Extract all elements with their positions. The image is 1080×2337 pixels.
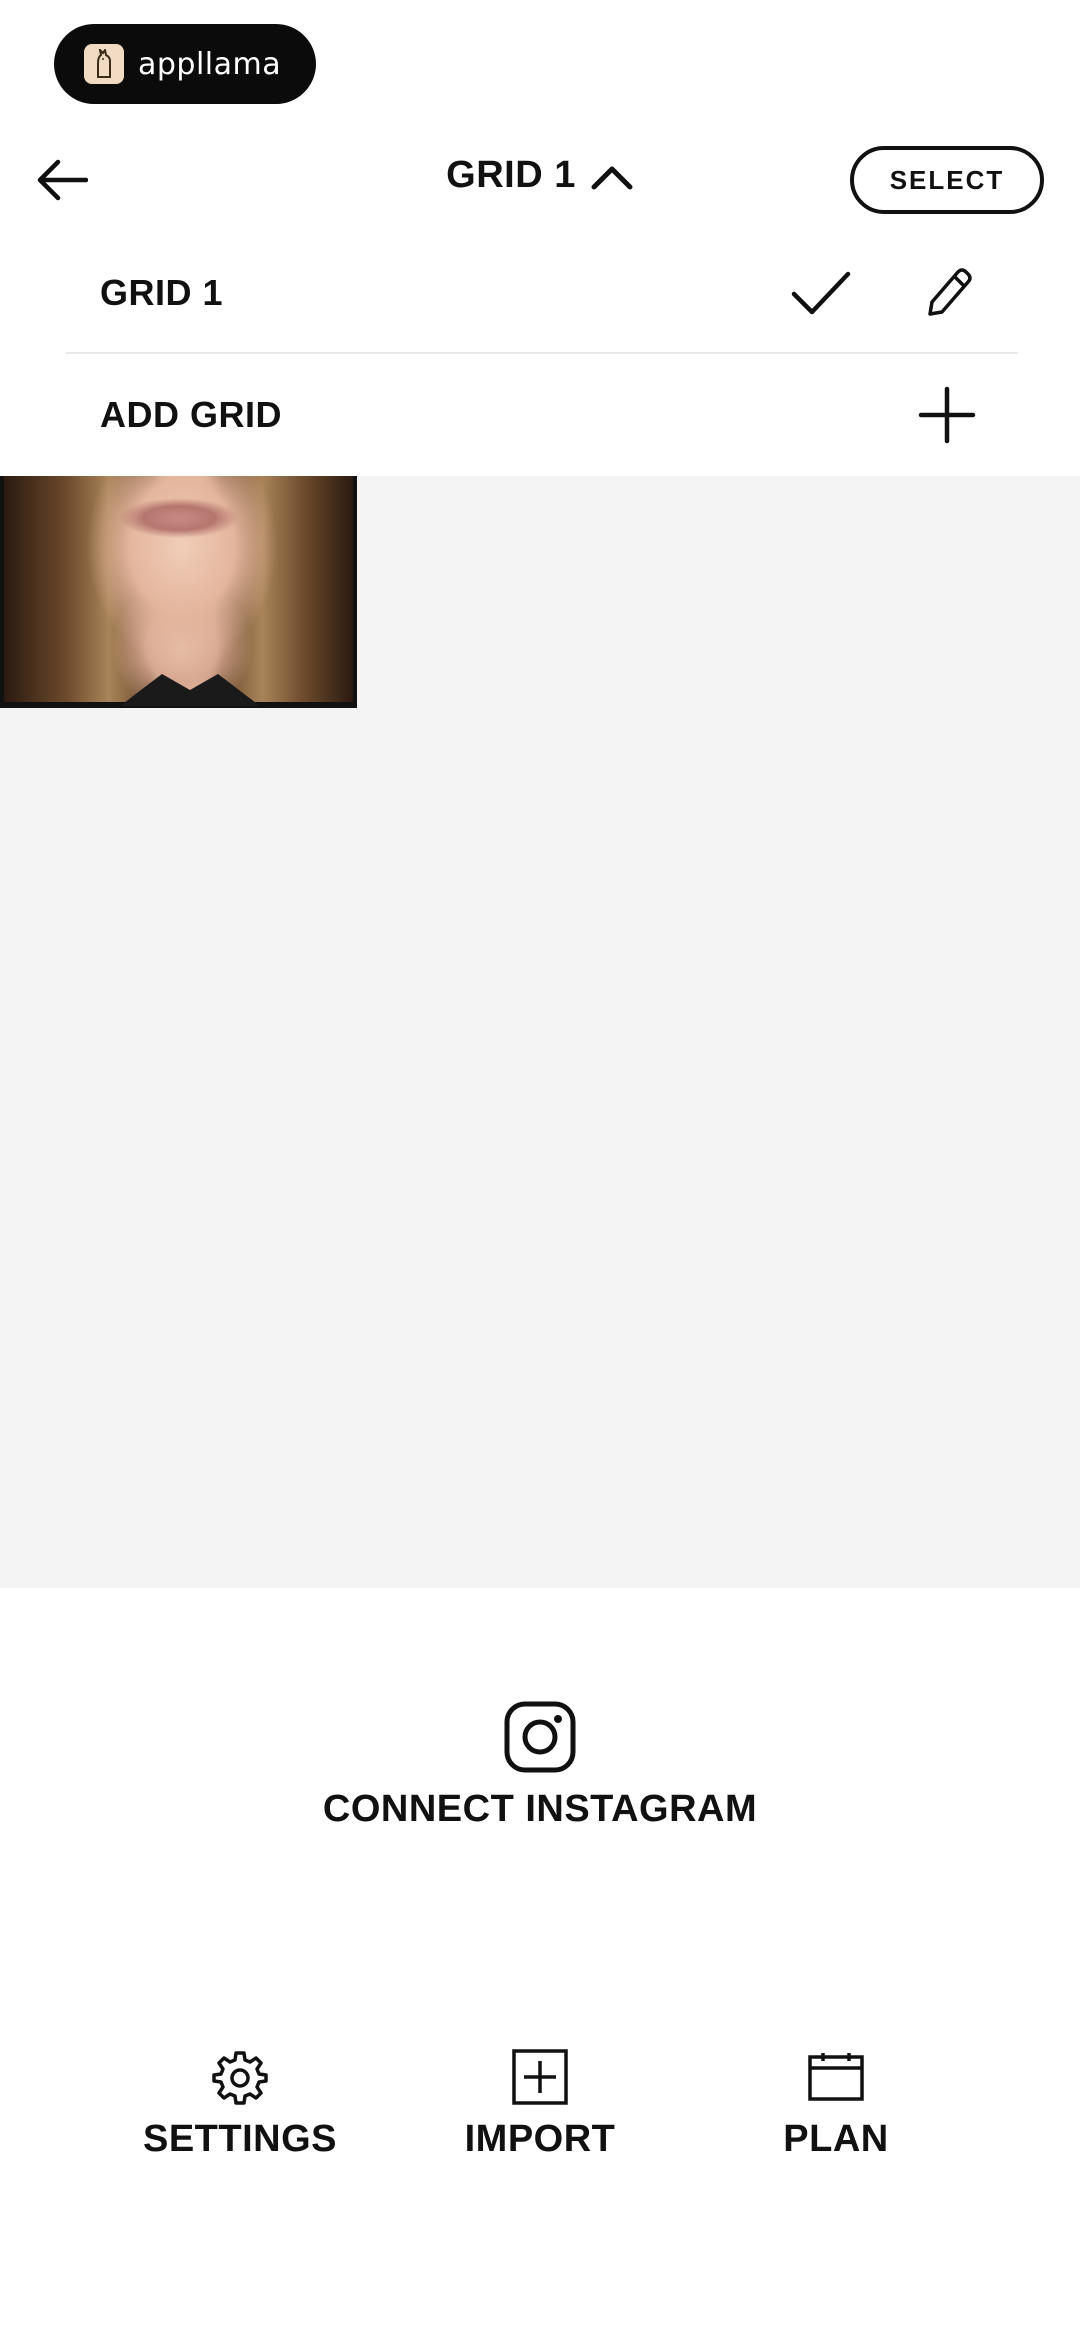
nav-label-import: IMPORT bbox=[464, 2118, 616, 2160]
add-grid-label: ADD GRID bbox=[100, 394, 282, 435]
bottom-navigation: SETTINGS IMPORT PLAN bbox=[0, 2048, 1080, 2178]
select-button[interactable]: SELECT bbox=[850, 146, 1044, 214]
grid-list-item[interactable]: GRID 1 bbox=[0, 234, 1080, 352]
plus-square-icon bbox=[511, 2048, 569, 2106]
grid-photo-tile[interactable] bbox=[0, 476, 357, 708]
nav-label-plan: PLAN bbox=[783, 2118, 889, 2160]
photo-thumbnail bbox=[4, 476, 353, 702]
instagram-icon bbox=[504, 1701, 576, 1773]
brand-name: appllama bbox=[138, 46, 282, 82]
divider bbox=[66, 352, 1018, 354]
llama-logo-icon bbox=[84, 44, 124, 84]
gear-icon bbox=[211, 2048, 269, 2106]
nav-item-plan[interactable]: PLAN bbox=[706, 2048, 966, 2161]
chevron-up-icon bbox=[590, 161, 634, 191]
calendar-icon bbox=[807, 2048, 865, 2106]
page-title: GRID 1 bbox=[446, 154, 576, 196]
connect-instagram-label: CONNECT INSTAGRAM bbox=[322, 1788, 758, 1830]
connect-instagram-button[interactable]: CONNECT INSTAGRAM bbox=[0, 1700, 1080, 1831]
nav-item-import[interactable]: IMPORT bbox=[410, 2048, 670, 2161]
check-icon bbox=[786, 258, 856, 328]
grid-list-item-label: GRID 1 bbox=[100, 272, 224, 313]
grid-canvas bbox=[0, 476, 1080, 1588]
nav-item-settings[interactable]: SETTINGS bbox=[110, 2048, 370, 2161]
app-screen: appllama GRID 1 SELECT GRID 1 ADD GRID C… bbox=[0, 0, 1080, 2337]
add-grid-row[interactable]: ADD GRID bbox=[0, 356, 1080, 474]
top-bar: GRID 1 SELECT bbox=[0, 130, 1080, 230]
brand-badge[interactable]: appllama bbox=[54, 24, 316, 104]
pencil-icon[interactable] bbox=[912, 258, 982, 328]
plus-icon[interactable] bbox=[912, 380, 982, 450]
nav-label-settings: SETTINGS bbox=[142, 2118, 338, 2160]
